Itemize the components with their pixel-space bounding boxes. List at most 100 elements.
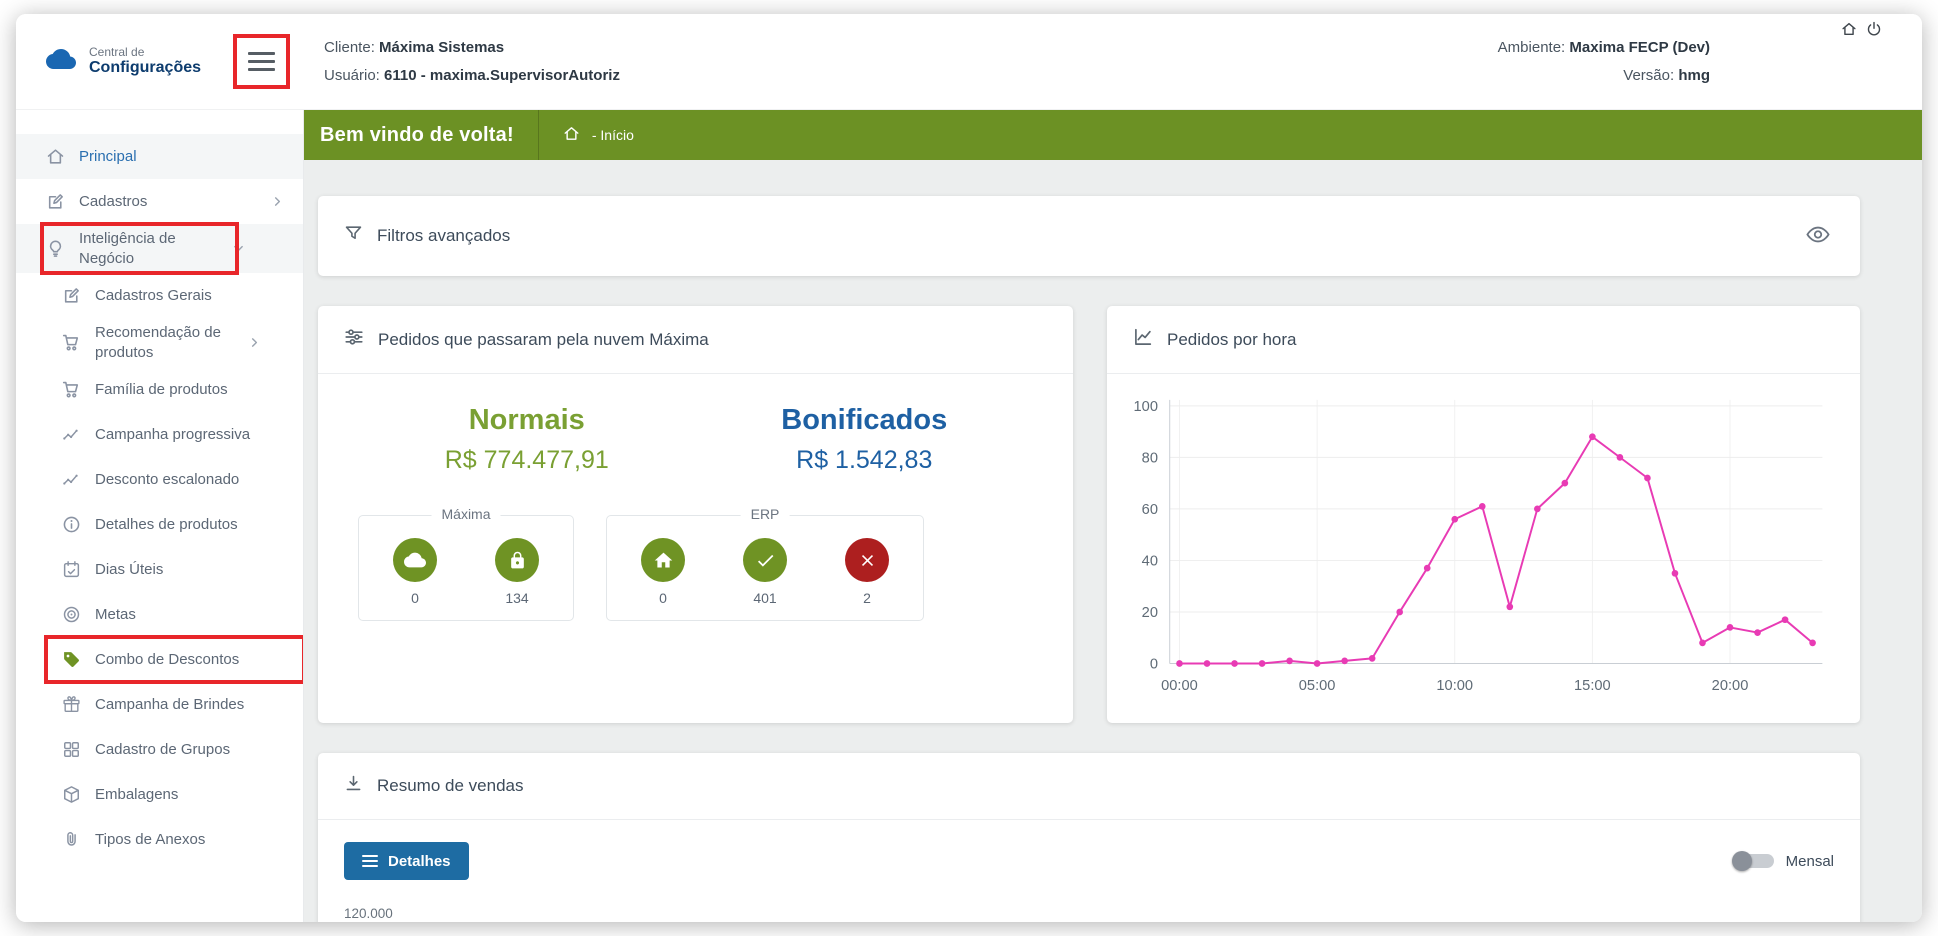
orders-card-header: Pedidos que passaram pela nuvem Máxima <box>318 306 1073 374</box>
power-icon[interactable] <box>1866 21 1882 37</box>
sidebar-item-detalhes-de-produtos[interactable]: Detalhes de produtos <box>16 502 303 547</box>
environment-row: Ambiente: Maxima FECP (Dev) <box>1498 34 1710 62</box>
toggle-filters-visibility-button[interactable] <box>1802 222 1834 250</box>
download-report-icon <box>344 774 363 798</box>
sidebar-item-recomendacao-de-produtos[interactable]: Recomendação de produtos <box>16 318 303 367</box>
orders-status-groups: Máxima 0 134 <box>358 515 1033 621</box>
welcome-banner: Bem vindo de volta! - Início <box>304 110 1922 160</box>
erp-error-status: 2 <box>845 538 889 606</box>
edit-icon <box>46 192 65 211</box>
environment-value: Maxima FECP (Dev) <box>1569 39 1710 56</box>
bonified-orders-value: R$ 1.542,83 <box>696 446 1034 475</box>
svg-text:60: 60 <box>1142 502 1158 518</box>
erp-error-count: 2 <box>845 590 889 606</box>
sidebar-item-label: Metas <box>95 605 285 625</box>
funnel-icon <box>344 224 363 248</box>
sidebar-item-desconto-escalonado[interactable]: Desconto escalonado <box>16 457 303 502</box>
sidebar-item-principal[interactable]: Principal <box>16 134 303 179</box>
svg-text:20:00: 20:00 <box>1712 678 1749 694</box>
sales-card-title: Resumo de vendas <box>377 776 523 796</box>
bonified-orders-total: Bonificados R$ 1.542,83 <box>696 404 1034 475</box>
erp-status-group: ERP 0 401 <box>606 515 924 621</box>
sidebar-item-label: Campanha progressiva <box>95 425 285 445</box>
filters-title: Filtros avançados <box>377 226 510 246</box>
main-content: Filtros avançados Pedidos que passaram p… <box>304 160 1922 922</box>
bonified-orders-label: Bonificados <box>696 404 1034 437</box>
edit-icon <box>62 286 81 305</box>
client-label: Cliente: <box>324 39 375 56</box>
chevron-right-icon <box>270 194 285 209</box>
orders-summary-card: Pedidos que passaram pela nuvem Máxima N… <box>318 306 1073 723</box>
banner-divider <box>538 110 539 160</box>
orders-totals: Normais R$ 774.477,91 Bonificados R$ 1.5… <box>358 404 1033 475</box>
sidebar-item-inteligencia-de-negocio[interactable]: Inteligência de Negócio <box>16 224 303 273</box>
advanced-filters-card: Filtros avançados <box>318 196 1860 276</box>
normal-orders-value: R$ 774.477,91 <box>358 446 696 475</box>
chevron-right-icon <box>247 335 262 350</box>
corner-icons <box>1841 21 1882 37</box>
cart-icon <box>62 380 81 399</box>
version-label: Versão: <box>1623 67 1674 84</box>
cloud-icon <box>393 538 437 582</box>
home-icon[interactable] <box>1841 21 1857 37</box>
monthly-toggle-group: Mensal <box>1734 853 1834 870</box>
sales-chart-axis-label: 120.000 <box>344 906 1834 921</box>
session-info: Cliente: Máxima Sistemas Usuário: 6110 -… <box>304 34 620 90</box>
client-value: Máxima Sistemas <box>379 39 504 56</box>
monthly-toggle-switch[interactable] <box>1734 854 1774 868</box>
sidebar-item-dias-uteis[interactable]: Dias Úteis <box>16 547 303 592</box>
sidebar-item-label: Cadastro de Grupos <box>95 740 285 760</box>
sidebar-item-combo-de-descontos[interactable]: Combo de Descontos <box>16 637 303 682</box>
logo-line1: Central de <box>89 46 201 59</box>
orders-per-hour-card: Pedidos por hora 02040608010000:0005:001… <box>1107 306 1860 723</box>
sidebar-item-label: Detalhes de produtos <box>95 515 285 535</box>
hamburger-icon <box>248 52 275 55</box>
list-icon <box>362 852 378 870</box>
sidebar-item-embalagens[interactable]: Embalagens <box>16 772 303 817</box>
environment-label: Ambiente: <box>1498 39 1566 56</box>
app-logo: Central de Configurações <box>42 44 201 79</box>
cloud-logo-icon <box>42 44 80 79</box>
erp-success-count: 401 <box>743 590 787 606</box>
svg-text:0: 0 <box>1150 656 1158 672</box>
home-icon[interactable] <box>563 125 580 145</box>
details-button[interactable]: Detalhes <box>344 842 469 880</box>
sales-summary-card: Resumo de vendas Detalhes Mensal <box>318 753 1860 922</box>
trend-icon <box>62 425 81 444</box>
app-window: Central de Configurações Cliente: Máxima… <box>16 14 1922 922</box>
sidebar-item-cadastros[interactable]: Cadastros <box>16 179 303 224</box>
sliders-icon <box>344 327 364 352</box>
sidebar-item-label: Campanha de Brindes <box>95 695 285 715</box>
home-icon <box>46 147 65 166</box>
line-chart-icon <box>1133 327 1153 352</box>
welcome-title: Bem vindo de volta! <box>320 124 514 147</box>
maxima-lock-status: 134 <box>495 538 539 606</box>
erp-success-status: 401 <box>743 538 787 606</box>
body-row: Principal Cadastros Inteligência de Negó… <box>16 110 1922 922</box>
sidebar-item-metas[interactable]: Metas <box>16 592 303 637</box>
svg-text:00:00: 00:00 <box>1161 678 1198 694</box>
sidebar-item-cadastros-gerais[interactable]: Cadastros Gerais <box>16 273 303 318</box>
sidebar-item-label: Recomendação de produtos <box>95 323 233 362</box>
sidebar-item-campanha-progressiva[interactable]: Campanha progressiva <box>16 412 303 457</box>
sidebar-toggle-button[interactable] <box>246 45 277 78</box>
environment-info: Ambiente: Maxima FECP (Dev) Versão: hmg <box>1498 34 1922 90</box>
check-icon <box>743 538 787 582</box>
sidebar-item-familia-de-produtos[interactable]: Família de produtos <box>16 367 303 412</box>
svg-text:100: 100 <box>1134 399 1158 415</box>
sidebar-item-campanha-de-brindes[interactable]: Campanha de Brindes <box>16 682 303 727</box>
dashboard-cards-row: Pedidos que passaram pela nuvem Máxima N… <box>318 306 1860 723</box>
tag-icon <box>62 650 81 669</box>
client-row: Cliente: Máxima Sistemas <box>324 34 620 62</box>
sidebar-item-cadastro-de-grupos[interactable]: Cadastro de Grupos <box>16 727 303 772</box>
gift-icon <box>62 695 81 714</box>
hourly-card-title: Pedidos por hora <box>1167 330 1296 350</box>
sidebar-item-tipos-de-anexos[interactable]: Tipos de Anexos <box>16 817 303 862</box>
user-row: Usuário: 6110 - maxima.SupervisorAutoriz <box>324 62 620 90</box>
sidebar-item-label: Dias Úteis <box>95 560 285 580</box>
breadcrumb-label: - Início <box>592 127 634 143</box>
sales-card-header: Resumo de vendas <box>318 753 1860 820</box>
svg-text:05:00: 05:00 <box>1299 678 1336 694</box>
info-icon <box>62 515 81 534</box>
normal-orders-total: Normais R$ 774.477,91 <box>358 404 696 475</box>
